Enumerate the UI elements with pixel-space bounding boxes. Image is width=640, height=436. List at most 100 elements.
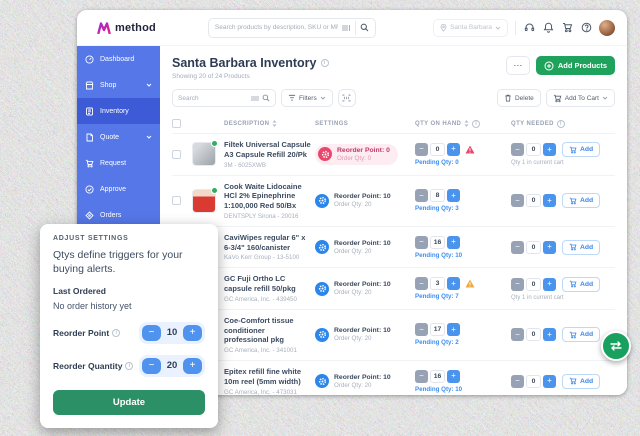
reorder-settings[interactable]: Reorder Point: 10 Order Qty: 20	[315, 240, 411, 255]
info-icon[interactable]: i	[556, 119, 565, 128]
barcode-icon	[342, 24, 351, 32]
filters-button[interactable]: Filters	[281, 89, 333, 107]
col-qty-on-hand[interactable]: Qty On Hand i	[415, 119, 507, 128]
decrement-reorder-point-button[interactable]: −	[142, 324, 161, 341]
row-checkbox[interactable]	[172, 196, 181, 206]
decrement-needed-button[interactable]: −	[511, 328, 524, 342]
increment-needed-button[interactable]: +	[543, 277, 556, 291]
method-logo[interactable]: method	[97, 22, 156, 34]
product-image	[192, 186, 218, 213]
decrement-on-hand-button[interactable]: −	[415, 369, 428, 383]
increment-needed-button[interactable]: +	[543, 374, 556, 388]
decrement-on-hand-button[interactable]: −	[415, 142, 428, 156]
gear-icon	[315, 193, 329, 208]
info-icon[interactable]: i	[320, 59, 329, 67]
reorder-settings[interactable]: Reorder Point: 10 Order Qty: 20	[315, 281, 411, 296]
cart-icon	[553, 94, 562, 103]
increment-needed-button[interactable]: +	[543, 328, 556, 342]
decrement-reorder-quantity-button[interactable]: −	[142, 357, 161, 374]
dashboard-icon	[85, 54, 94, 64]
order-qty-text: Order Qty: 20	[334, 335, 372, 343]
pending-qty: Pending Qty: 7	[415, 293, 459, 300]
bell-icon[interactable]	[542, 22, 554, 34]
col-settings: Settings	[315, 120, 349, 127]
delete-button[interactable]: Delete	[496, 89, 541, 107]
add-products-button[interactable]: Add Products	[535, 56, 615, 75]
product-name[interactable]: CaviWipes regular 6" x 6-3/4" 160/canist…	[224, 233, 311, 253]
product-badge-icon	[211, 140, 218, 148]
increment-reorder-quantity-button[interactable]: +	[183, 357, 202, 374]
increment-on-hand-button[interactable]: +	[447, 235, 460, 249]
more-actions-button[interactable]: ⋯	[505, 56, 530, 75]
scan-barcode-button[interactable]	[337, 89, 356, 107]
table-search-input[interactable]	[178, 94, 248, 102]
sidebar-item-shop[interactable]: Shop	[77, 72, 160, 98]
increment-reorder-point-button[interactable]: +	[183, 324, 202, 341]
sidebar-item-inventory[interactable]: Inventory	[77, 98, 160, 124]
top-header: method Santa	[77, 10, 627, 46]
decrement-on-hand-button[interactable]: −	[415, 323, 428, 337]
increment-needed-button[interactable]: +	[543, 194, 556, 208]
sidebar-item-quote[interactable]: Quote	[77, 124, 160, 150]
reorder-settings[interactable]: Reorder Point: 10 Order Qty: 20	[315, 374, 411, 389]
avatar[interactable]	[599, 19, 615, 36]
decrement-needed-button[interactable]: −	[511, 194, 524, 208]
product-name[interactable]: GC Fuji Ortho LC capsule refill 50/pkg	[224, 274, 311, 294]
increment-on-hand-button[interactable]: +	[447, 323, 460, 337]
pending-qty: Pending Qty: 10	[415, 385, 463, 393]
last-ordered-value: No order history yet	[53, 300, 132, 311]
decrement-needed-button[interactable]: −	[511, 240, 524, 254]
add-to-cart-row-button[interactable]: Add	[562, 373, 601, 389]
support-icon[interactable]	[523, 22, 535, 34]
add-to-cart-row-button[interactable]: Add	[562, 276, 601, 292]
cart-icon[interactable]	[561, 22, 573, 34]
help-icon[interactable]	[580, 22, 592, 34]
add-to-cart-row-button[interactable]: Add	[562, 239, 601, 255]
decrement-needed-button[interactable]: −	[511, 277, 524, 291]
add-to-cart-button[interactable]: Add To Cart	[545, 89, 615, 107]
info-icon[interactable]: i	[472, 119, 481, 128]
product-name[interactable]: Epitex refill fine white 10m reel (5mm w…	[224, 367, 311, 387]
decrement-on-hand-button[interactable]: −	[415, 189, 428, 203]
increment-on-hand-button[interactable]: +	[447, 277, 460, 290]
global-search[interactable]	[207, 17, 376, 38]
add-to-cart-row-button[interactable]: Add	[562, 193, 601, 209]
product-name[interactable]: Coe-Comfort tissue conditioner professio…	[224, 316, 311, 345]
reorder-settings[interactable]: Reorder Point: 0 Order Qty: 0	[315, 143, 398, 165]
quick-switch-button[interactable]	[601, 331, 631, 361]
decrement-needed-button[interactable]: −	[511, 143, 524, 157]
reorder-settings[interactable]: Reorder Point: 10 Order Qty: 20	[315, 193, 411, 208]
cart-icon	[569, 243, 577, 251]
sidebar-item-request[interactable]: Request	[77, 150, 160, 176]
global-search-input[interactable]	[214, 24, 338, 31]
sidebar-item-dashboard[interactable]: Dashboard	[77, 46, 160, 72]
increment-on-hand-button[interactable]: +	[447, 189, 460, 203]
row-checkbox[interactable]	[172, 149, 181, 159]
reorder-point-text: Reorder Point: 0	[337, 146, 390, 154]
reorder-point-text: Reorder Point: 10	[334, 239, 391, 247]
update-button[interactable]: Update	[53, 389, 205, 415]
increment-needed-button[interactable]: +	[543, 240, 556, 254]
filters-label: Filters	[299, 94, 317, 102]
sidebar-item-approve[interactable]: Approve	[77, 176, 160, 202]
decrement-on-hand-button[interactable]: −	[415, 277, 428, 290]
product-name[interactable]: Cook Waite Lidocaine HCl 2% Epinephrine …	[224, 182, 311, 211]
decrement-on-hand-button[interactable]: −	[415, 235, 428, 249]
info-icon[interactable]: i	[112, 328, 121, 337]
increment-on-hand-button[interactable]: +	[447, 142, 460, 156]
select-all-checkbox[interactable]	[172, 119, 181, 128]
reorder-settings[interactable]: Reorder Point: 10 Order Qty: 20	[315, 327, 411, 342]
increment-on-hand-button[interactable]: +	[447, 369, 460, 383]
location-selector[interactable]: Santa Barbara	[433, 18, 508, 37]
col-description[interactable]: Description	[224, 120, 311, 127]
product-name[interactable]: Filtek Universal Capsule A3 Capsule Refi…	[224, 140, 311, 160]
info-icon[interactable]: i	[125, 361, 134, 370]
trash-icon	[504, 94, 512, 102]
add-to-cart-row-button[interactable]: Add	[562, 142, 601, 158]
needed-value: 0	[526, 143, 541, 157]
add-to-cart-row-button[interactable]: Add	[562, 327, 601, 343]
needed-value: 0	[526, 277, 541, 291]
decrement-needed-button[interactable]: −	[511, 374, 524, 388]
increment-needed-button[interactable]: +	[543, 143, 556, 157]
table-search[interactable]	[172, 89, 276, 107]
